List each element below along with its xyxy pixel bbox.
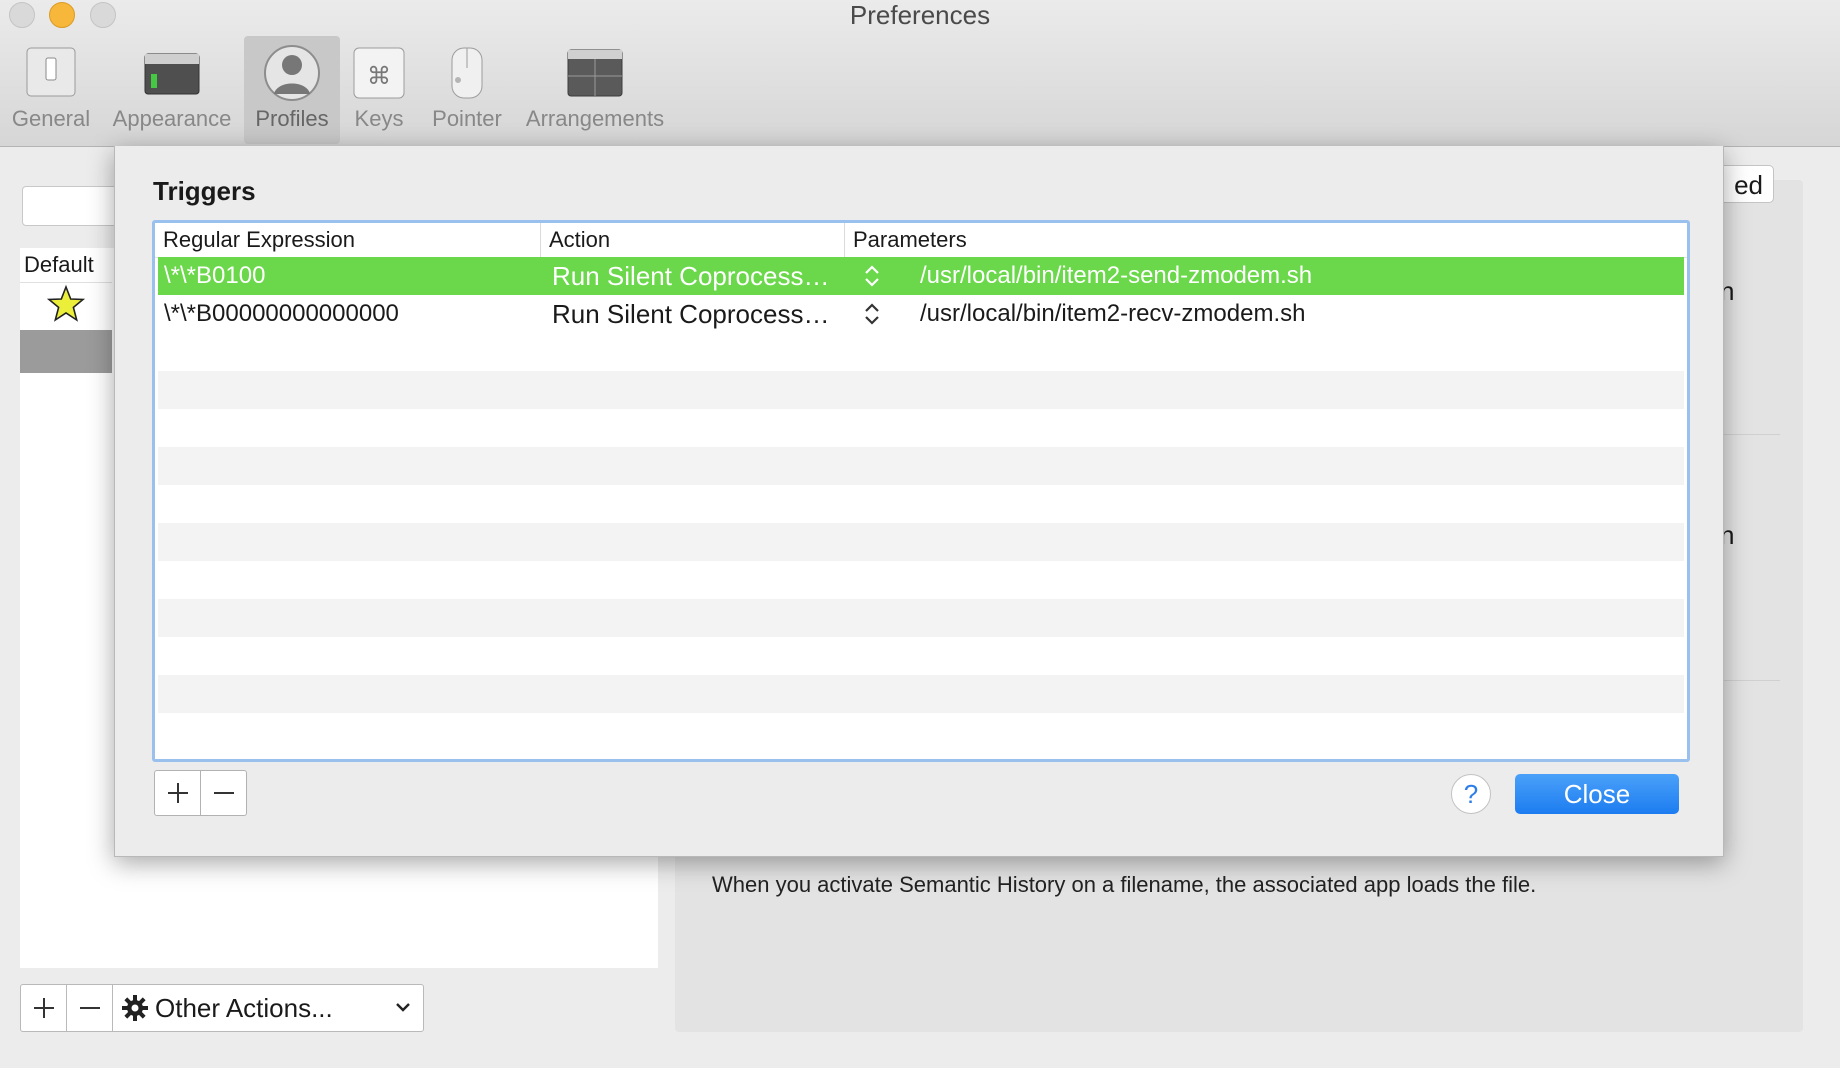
toolbar-label: General: [11, 106, 91, 131]
divider: [1724, 680, 1780, 681]
popup-stepper-icon[interactable]: [862, 257, 886, 295]
add-trigger-button[interactable]: [155, 771, 200, 815]
toolbar-label: Keys: [354, 106, 404, 131]
profile-actions-bar: Other Actions...: [20, 984, 424, 1032]
toolbar-appearance[interactable]: Appearance: [104, 36, 240, 144]
column-header-action[interactable]: Action: [540, 223, 844, 257]
mouse-icon: [451, 47, 483, 99]
toolbar-profiles[interactable]: Profiles: [244, 36, 340, 144]
remove-profile-button[interactable]: [67, 985, 113, 1031]
default-column-header[interactable]: Default: [20, 248, 112, 283]
triggers-table[interactable]: Regular Expression Action Parameters \*\…: [152, 220, 1690, 762]
toolbar-label: Arrangements: [525, 106, 665, 131]
help-button[interactable]: ?: [1451, 774, 1491, 814]
action-popup[interactable]: Run Silent Coprocess…: [552, 295, 852, 333]
windows-icon: [567, 49, 623, 97]
remove-trigger-button[interactable]: [200, 771, 246, 815]
toolbar-keys[interactable]: ⌘ Keys: [346, 36, 412, 144]
table-row[interactable]: \*\*B0100 Run Silent Coprocess… /usr/loc…: [158, 257, 1684, 295]
parameters-cell[interactable]: /usr/local/bin/item2-recv-zmodem.sh: [920, 295, 1640, 333]
sheet-title: Triggers: [153, 176, 256, 206]
other-actions-menu[interactable]: Other Actions...: [113, 985, 423, 1031]
default-profile-star-icon: [20, 284, 112, 328]
profile-row-selected[interactable]: [20, 330, 112, 373]
switch-icon: [26, 47, 76, 97]
empty-row: [158, 675, 1684, 713]
window-icon: [144, 53, 200, 95]
minus-icon: [79, 1007, 100, 1009]
toolbar-label: Profiles: [255, 106, 329, 131]
regex-cell[interactable]: \*\*B00000000000000: [164, 295, 534, 333]
add-profile-button[interactable]: [21, 985, 67, 1031]
regex-cell[interactable]: \*\*B0100: [164, 257, 534, 295]
other-actions-label: Other Actions...: [155, 992, 333, 1023]
plus-icon: [33, 998, 54, 1018]
command-key-icon: ⌘: [353, 47, 405, 99]
semantic-history-description: When you activate Semantic History on a …: [712, 872, 1537, 897]
table-header: Regular Expression Action Parameters: [155, 223, 1687, 258]
column-header-regex[interactable]: Regular Expression: [155, 223, 540, 257]
empty-row: [158, 371, 1684, 409]
svg-text:⌘: ⌘: [367, 62, 391, 90]
toolbar-pointer[interactable]: Pointer: [424, 36, 510, 144]
toolbar-label: Appearance: [112, 106, 232, 131]
person-icon: [264, 45, 320, 101]
empty-row: [158, 447, 1684, 485]
minus-icon: [213, 792, 234, 794]
trigger-edit-buttons: [154, 770, 247, 816]
window-titlebar: Preferences General Appearance Profiles …: [0, 0, 1840, 147]
action-popup[interactable]: Run Silent Coprocess…: [552, 257, 852, 295]
toolbar-label: Pointer: [432, 106, 502, 131]
empty-row: [158, 599, 1684, 637]
table-row[interactable]: \*\*B00000000000000 Run Silent Coprocess…: [158, 295, 1684, 333]
triggers-sheet: Triggers Regular Expression Action Param…: [114, 146, 1724, 857]
empty-row: [158, 523, 1684, 561]
column-header-parameters[interactable]: Parameters: [844, 223, 1684, 257]
gear-icon: [121, 994, 149, 1022]
plus-icon: [167, 783, 188, 803]
toolbar-arrangements[interactable]: Arrangements: [518, 36, 672, 144]
window-title: Preferences: [849, 0, 991, 30]
popup-stepper-icon[interactable]: [862, 295, 886, 333]
parameters-cell[interactable]: /usr/local/bin/item2-send-zmodem.sh: [920, 257, 1640, 295]
close-button[interactable]: Close: [1515, 774, 1679, 814]
divider: [1724, 434, 1780, 435]
chevron-down-icon: [396, 1003, 410, 1012]
toolbar-general[interactable]: General: [6, 36, 96, 144]
